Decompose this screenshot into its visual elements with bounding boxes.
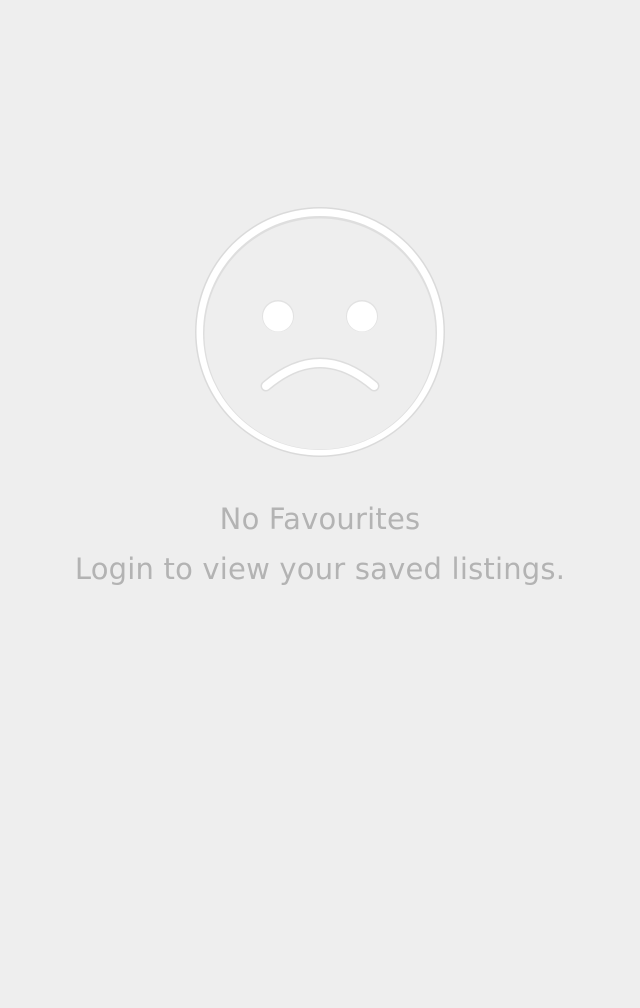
empty-state-title: No Favourites (219, 502, 421, 536)
favourites-empty-state: No Favourites Login to view your saved l… (0, 0, 640, 1008)
empty-state-message: Login to view your saved listings. (74, 552, 566, 586)
sad-face-icon (195, 207, 445, 457)
